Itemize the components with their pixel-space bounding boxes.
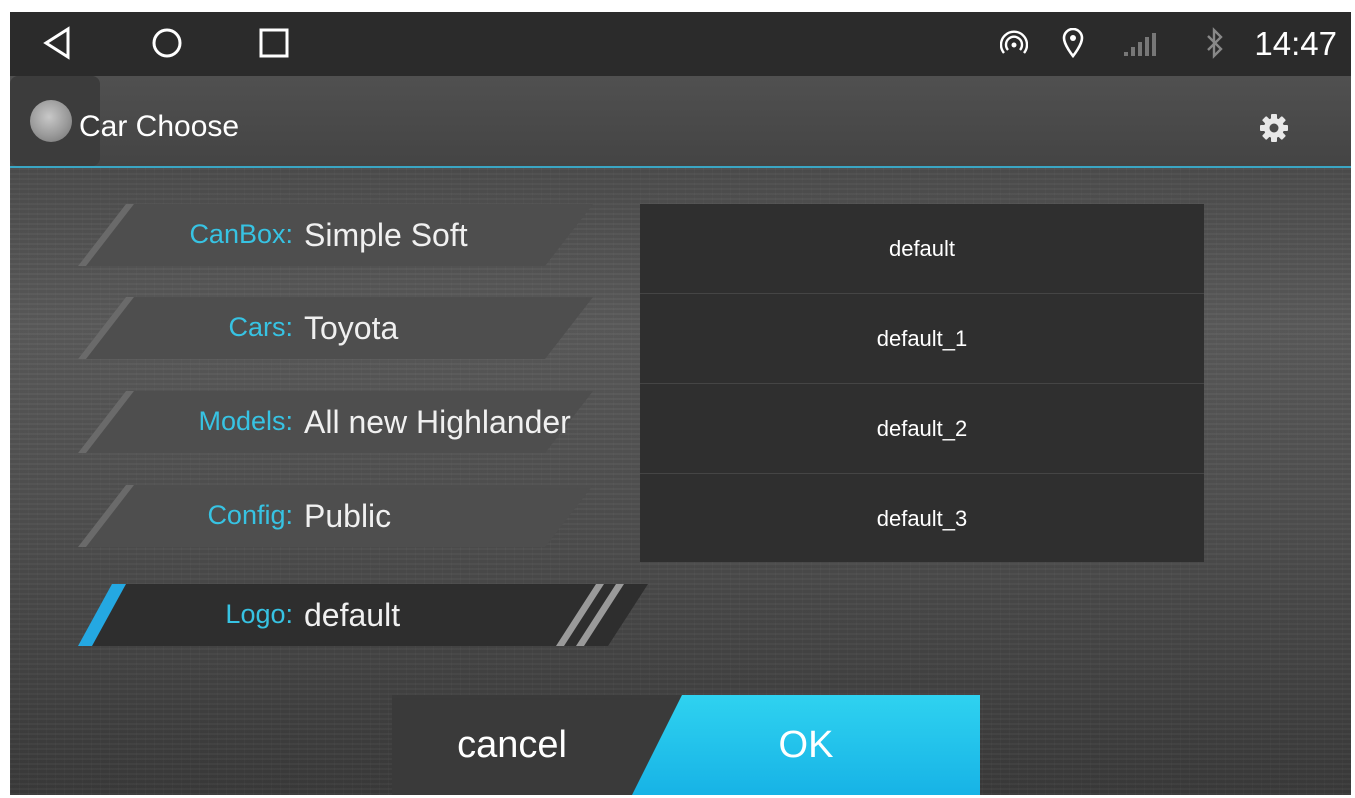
back-icon[interactable] [42,26,72,60]
car-choose-screen: 14:47 Car Choose CanBox: Simple Soft Car… [10,12,1351,795]
logo-option-list: default default_1 default_2 default_3 [640,204,1204,562]
cars-label: Cars: [228,312,293,342]
hotspot-icon [1000,30,1028,54]
app-circle-icon [30,100,72,142]
models-value: All new Highlander [304,404,571,440]
logo-value: default [304,597,401,633]
logo-row[interactable]: Logo: default [78,584,648,646]
canbox-row[interactable]: CanBox: Simple Soft [78,204,593,266]
title-bar: Car Choose [10,76,1351,168]
home-icon[interactable] [150,26,184,60]
cars-value: Toyota [304,310,399,346]
ok-button[interactable]: OK [632,695,980,795]
recents-icon[interactable] [258,26,290,60]
location-icon [1062,28,1084,58]
cars-row[interactable]: Cars: Toyota [78,297,593,359]
logo-option[interactable]: default [640,204,1204,294]
logo-option[interactable]: default_2 [640,384,1204,474]
canbox-value: Simple Soft [304,217,468,253]
logo-option[interactable]: default_1 [640,294,1204,384]
config-row[interactable]: Config: Public [78,485,593,547]
status-time: 14:47 [1254,25,1337,62]
canbox-label: CanBox: [189,219,293,249]
models-label: Models: [198,406,293,436]
page-title: Car Choose [79,110,240,143]
gear-icon[interactable] [1258,112,1290,144]
logo-label: Logo: [225,599,293,629]
config-value: Public [304,498,392,534]
models-row[interactable]: Models: All new Highlander [78,391,593,453]
status-bar: 14:47 [10,12,1351,76]
signal-icon [1124,33,1156,56]
logo-option[interactable]: default_3 [640,474,1204,563]
config-label: Config: [207,500,293,530]
bluetooth-icon [1207,27,1223,59]
